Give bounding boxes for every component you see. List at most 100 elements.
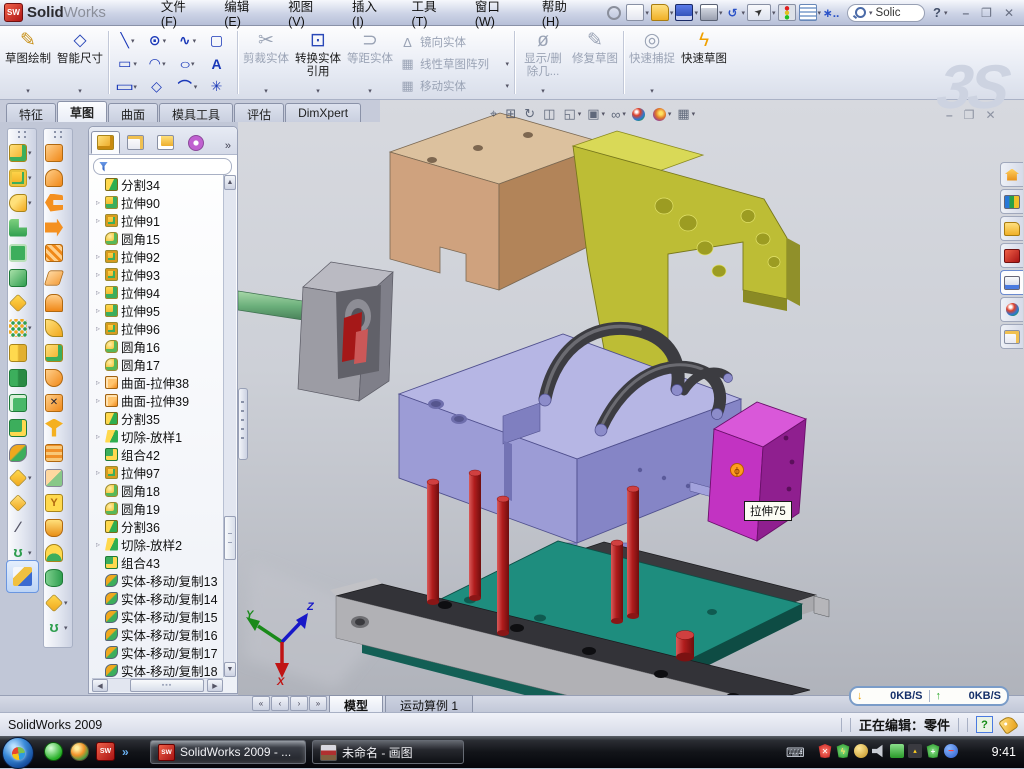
configurationmanager-tab[interactable]	[151, 131, 180, 154]
feature-toolbar-button[interactable]	[9, 240, 35, 265]
tree-item[interactable]: 圆角17	[91, 355, 224, 373]
surface-toolbar-button[interactable]	[45, 140, 71, 165]
sketch-tool-row-button[interactable]: ▦ 线性草图阵列 ▾	[396, 53, 512, 75]
menu-item[interactable]: 视图(V)	[275, 0, 339, 32]
tree-item[interactable]: ▹ 切除-放样1	[91, 427, 224, 445]
sketch-entity-button[interactable]: ⊙▾	[143, 32, 173, 49]
surface-toolbar-button[interactable]: ▾	[45, 590, 71, 615]
tray-icon[interactable]	[854, 744, 868, 758]
tab-nav-last-button[interactable]: »	[309, 696, 327, 711]
expand-arrow-icon[interactable]: ▹	[94, 306, 102, 315]
surface-toolbar-button[interactable]	[45, 365, 71, 390]
toolbar-icon[interactable]	[626, 4, 644, 21]
command-tab[interactable]: 曲面	[108, 103, 158, 122]
tray-icon[interactable]	[872, 744, 886, 758]
expand-arrow-icon[interactable]: ▹	[94, 432, 102, 441]
expand-arrow-icon[interactable]: ▹	[94, 378, 102, 387]
sketch-tool-row-button[interactable]: ∆ 镜向实体	[396, 31, 512, 53]
start-button[interactable]	[2, 737, 34, 769]
surface-toolbar-button[interactable]	[45, 440, 71, 465]
tree-item[interactable]: 分割35	[91, 409, 224, 427]
toolbar-icon[interactable]	[778, 4, 796, 21]
heads-up-icon[interactable]	[632, 108, 648, 121]
scroll-up-button[interactable]: ▲	[224, 175, 236, 190]
tree-item[interactable]: ▹ 拉伸94	[91, 283, 224, 301]
document-tab[interactable]: 模型	[329, 695, 383, 712]
surface-toolbar-button[interactable]	[45, 265, 71, 290]
propertymanager-tab[interactable]	[121, 131, 150, 154]
sketch-tool-row-button[interactable]: ▦ 移动实体 ▾	[396, 75, 512, 97]
expand-arrow-icon[interactable]: ▹	[94, 288, 102, 297]
scroll-left-button[interactable]: ◀	[92, 679, 108, 692]
feature-toolbar-button[interactable]	[9, 490, 35, 515]
heads-up-icon[interactable]: ⌖	[490, 106, 500, 122]
minimize-button[interactable]: –	[962, 6, 969, 20]
document-tab[interactable]: 运动算例 1	[385, 695, 473, 712]
tree-item[interactable]: 圆角15	[91, 229, 224, 247]
feature-toolbar-button[interactable]	[9, 440, 35, 465]
task-pane-tab[interactable]	[1000, 162, 1023, 187]
smart-dimension-button[interactable]: ⬦ 智能尺寸 ▾	[54, 27, 106, 98]
toolbar-icon[interactable]: ∗..	[823, 5, 839, 20]
tree-horizontal-scrollbar[interactable]: ◀ ▪▪▪ ▶	[92, 678, 223, 692]
feature-toolbar-button[interactable]	[9, 365, 35, 390]
restore-button[interactable]: ❐	[981, 6, 992, 20]
command-tab[interactable]: 草图	[57, 101, 107, 122]
surface-toolbar-button[interactable]	[45, 565, 71, 590]
clock[interactable]: 9:41	[992, 745, 1016, 759]
tree-item[interactable]: 实体-移动/复制15	[91, 607, 224, 625]
expand-arrow-icon[interactable]: ▹	[94, 540, 102, 549]
feature-toolbar-button[interactable]	[9, 340, 35, 365]
expand-arrow-icon[interactable]: ▹	[94, 216, 102, 225]
feature-toolbar-button[interactable]	[9, 390, 35, 415]
trim-entities-button[interactable]: ✂ 剪裁实体 ▾	[240, 27, 292, 98]
expand-arrow-icon[interactable]: ▹	[94, 198, 102, 207]
heads-up-icon[interactable]: ⊞	[505, 106, 519, 122]
toolbar-icon[interactable]	[799, 4, 817, 21]
expand-arrow-icon[interactable]: ▹	[94, 324, 102, 333]
task-pane-tab[interactable]	[1000, 243, 1023, 268]
tree-item[interactable]: 实体-移动/复制13	[91, 571, 224, 589]
menu-item[interactable]: 工具(T)	[399, 0, 462, 32]
heads-up-icon[interactable]: ▣▾	[587, 106, 606, 122]
tray-icon[interactable]: ϟ	[836, 744, 850, 758]
heads-up-icon[interactable]: ↻	[524, 106, 538, 122]
surface-toolbar-button[interactable]	[45, 215, 71, 240]
tree-item[interactable]: ▹ 拉伸90	[91, 193, 224, 211]
quick-tips-help-icon[interactable]: ?	[976, 716, 993, 733]
surface-toolbar-button[interactable]	[45, 165, 71, 190]
command-tab[interactable]: 模具工具	[159, 103, 233, 122]
tray-icon[interactable]: −	[944, 744, 958, 758]
feature-toolbar-button[interactable]: ▾	[9, 190, 35, 215]
tree-item[interactable]: ▹ 切除-放样2	[91, 535, 224, 553]
feature-toolbar-button[interactable]: ▾	[9, 315, 35, 340]
tree-item[interactable]: ▹ 拉伸97	[91, 463, 224, 481]
part-slide-block[interactable]	[298, 262, 393, 401]
toolbar-icon[interactable]	[607, 6, 621, 20]
feature-toolbar-button[interactable]	[9, 215, 35, 240]
surface-toolbar-button[interactable]: Y	[45, 490, 71, 515]
surface-toolbar-button[interactable]	[45, 315, 71, 340]
tree-item[interactable]: 实体-移动/复制18	[91, 661, 224, 677]
tree-item[interactable]: 分割34	[91, 175, 224, 193]
heads-up-icon[interactable]: ◱▾	[563, 106, 582, 122]
repair-sketch-button[interactable]: ✎ 修复草图	[569, 27, 621, 98]
sketch-entity-button[interactable]: ✳	[203, 78, 233, 95]
convert-entities-button[interactable]: ⊡ 转换实体引用 ▾	[292, 27, 344, 98]
sketch-entity-button[interactable]: ▢	[203, 32, 233, 49]
heads-up-view-toolbar[interactable]: ⌖ ⊞ ↻ ◫ ◱▾ ▣▾ ∞▾ ▾ ▦▾	[490, 106, 696, 122]
expand-arrow-icon[interactable]: ▹	[94, 252, 102, 261]
network-speed-widget[interactable]: ↓ 0KB/S ↑ 0KB/S	[849, 686, 1009, 706]
expand-arrow-icon[interactable]: ▹	[94, 270, 102, 279]
surfaces-toolbar[interactable]: ✕ Y	[43, 128, 73, 648]
tree-item[interactable]: 实体-移动/复制17	[91, 643, 224, 661]
solidworks-quick-icon[interactable]: SW	[96, 742, 115, 761]
tray-icon[interactable]: ✕	[818, 744, 832, 758]
toolbar-drag-handle[interactable]	[18, 131, 26, 138]
tree-item[interactable]: 组合42	[91, 445, 224, 463]
feature-toolbar-button[interactable]	[9, 265, 35, 290]
menu-item[interactable]: 窗口(W)	[462, 0, 529, 32]
toolbar-drag-handle[interactable]	[54, 131, 62, 138]
tree-item[interactable]: 圆角19	[91, 499, 224, 517]
menu-item[interactable]: 编辑(E)	[211, 0, 275, 32]
